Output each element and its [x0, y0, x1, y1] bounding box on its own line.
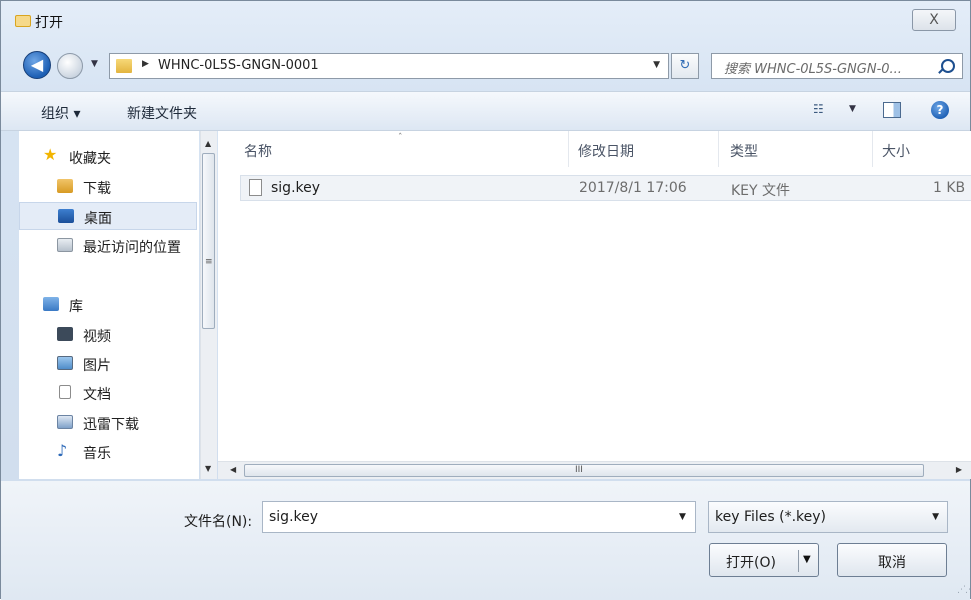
file-list: 名称 ˆ 修改日期 类型 大小 sig.key 2017/8/1 17:06 K… [218, 131, 971, 461]
scroll-left-icon[interactable]: ◀ [230, 465, 236, 474]
filename-dropdown-icon[interactable]: ▼ [679, 512, 686, 522]
filetype-value: key Files (*.key) [715, 509, 827, 525]
scroll-thumb[interactable]: ≡ [202, 153, 215, 329]
sidebar-item-thunder-downloads[interactable]: 迅雷下载 [19, 409, 197, 437]
sidebar-item-downloads[interactable]: 下载 [19, 173, 197, 201]
help-icon[interactable]: ? [931, 101, 949, 119]
resize-grip-icon[interactable]: ⋰⋰ [957, 585, 971, 595]
open-file-dialog: 打开 X ◀ ▼ ▶ WHNC-0L5S-GNGN-0001 ▼ ↻ 搜索 WH… [0, 0, 971, 600]
back-button[interactable]: ◀ [23, 51, 51, 79]
sort-ascending-icon: ˆ [398, 133, 403, 143]
sidebar-item-label: 图片 [83, 358, 111, 374]
file-row[interactable]: sig.key 2017/8/1 17:06 KEY 文件 1 KB [240, 175, 971, 201]
sidebar-item-recent-places[interactable]: 最近访问的位置 [19, 232, 197, 260]
refresh-button[interactable]: ↻ [671, 53, 699, 79]
sidebar-item-documents[interactable]: 文档 [19, 379, 197, 407]
new-folder-button[interactable]: 新建文件夹 [127, 103, 197, 123]
view-icon[interactable]: ☷ [813, 102, 829, 118]
command-bar: 组织 ▾ 新建文件夹 ☷ ▼ ? [1, 91, 970, 131]
chevron-down-icon: ▼ [932, 512, 939, 522]
sidebar-item-label: 库 [69, 299, 83, 315]
close-button[interactable]: X [912, 9, 956, 31]
open-button-label: 打开(O) [726, 555, 776, 571]
star-icon: ★ [43, 145, 58, 164]
recent-places-icon [57, 238, 73, 252]
scroll-up-icon[interactable]: ▲ [205, 139, 211, 148]
sidebar-item-label: 桌面 [84, 211, 112, 227]
navigation-pane: ★ 收藏夹 下载 桌面 最近访问的位置 库 视频 图片 文档 迅雷下载 ♪ 音乐 [19, 131, 199, 479]
search-icon[interactable] [941, 59, 955, 73]
column-header-label: 名称 [244, 144, 272, 160]
file-size: 1 KB [933, 180, 966, 196]
refresh-icon: ↻ [679, 58, 691, 73]
address-dropdown-icon[interactable]: ▼ [653, 60, 660, 70]
open-button[interactable]: 打开(O) ▼ [709, 543, 819, 577]
file-name: sig.key [271, 180, 321, 196]
app-icon [15, 15, 31, 27]
folder-icon [116, 59, 132, 73]
sidebar-item-label: 下载 [83, 181, 111, 197]
thunder-download-icon [57, 415, 73, 429]
window-title: 打开 [35, 15, 63, 31]
search-input[interactable]: 搜索 WHNC-0L5S-GNGN-0... [724, 58, 902, 77]
file-type: KEY 文件 [731, 183, 791, 199]
breadcrumb-chevron-icon[interactable]: ▶ [142, 59, 149, 69]
cancel-button[interactable]: 取消 [837, 543, 947, 577]
grip-icon: ≡ [205, 257, 213, 267]
sidebar-item-pictures[interactable]: 图片 [19, 350, 197, 378]
filename-input[interactable] [262, 501, 696, 533]
sidebar-item-desktop[interactable]: 桌面 [19, 202, 197, 230]
file-modified: 2017/8/1 17:06 [579, 180, 687, 196]
sidebar-item-favorites[interactable]: ★ 收藏夹 [19, 143, 197, 171]
column-header-size[interactable]: 大小 [882, 141, 910, 161]
preview-pane-icon[interactable] [883, 102, 901, 118]
sidebar-item-video[interactable]: 视频 [19, 321, 197, 349]
sidebar-item-label: 视频 [83, 329, 111, 345]
column-divider[interactable] [568, 131, 569, 167]
music-icon: ♪ [57, 441, 68, 460]
grip-icon: III [575, 465, 583, 475]
column-header-modified[interactable]: 修改日期 [578, 141, 634, 161]
file-icon [249, 179, 262, 196]
dialog-footer: 文件名(N): ▼ key Files (*.key) ▼ 打开(O) ▼ 取消… [1, 481, 971, 600]
sidebar-item-libraries[interactable]: 库 [19, 291, 197, 319]
pictures-icon [57, 356, 73, 370]
search-box[interactable]: 搜索 WHNC-0L5S-GNGN-0... [711, 53, 963, 79]
file-list-hscrollbar[interactable]: ◀ III ▶ [218, 461, 971, 479]
organize-button[interactable]: 组织 ▾ [41, 103, 80, 123]
navigation-scrollbar[interactable]: ▲ ≡ ▼ [200, 131, 217, 479]
navigation-bar: ◀ ▼ ▶ WHNC-0L5S-GNGN-0001 ▼ ↻ 搜索 WHNC-0L… [1, 45, 970, 85]
cancel-button-label: 取消 [878, 555, 906, 571]
view-dropdown-icon[interactable]: ▼ [849, 104, 856, 114]
close-icon: X [929, 12, 939, 28]
back-icon: ◀ [30, 55, 44, 74]
sidebar-item-label: 最近访问的位置 [83, 240, 181, 256]
column-header-name[interactable]: 名称 ˆ [244, 133, 403, 161]
address-bar[interactable]: ▶ WHNC-0L5S-GNGN-0001 ▼ [109, 53, 669, 79]
history-dropdown-icon[interactable]: ▼ [91, 59, 98, 69]
download-folder-icon [57, 179, 73, 193]
desktop-icon [58, 209, 74, 223]
documents-icon [59, 385, 71, 399]
sidebar-item-label: 音乐 [83, 446, 111, 462]
breadcrumb-path[interactable]: WHNC-0L5S-GNGN-0001 [158, 58, 319, 73]
title-bar[interactable]: 打开 X [1, 1, 970, 41]
column-divider[interactable] [872, 131, 873, 167]
sidebar-item-label: 迅雷下载 [83, 417, 139, 433]
forward-button[interactable] [57, 53, 83, 79]
scroll-right-icon[interactable]: ▶ [956, 465, 962, 474]
filename-label: 文件名(N): [184, 514, 253, 530]
filetype-select[interactable]: key Files (*.key) ▼ [708, 501, 948, 533]
sidebar-item-music[interactable]: ♪ 音乐 [19, 438, 197, 466]
sidebar-item-label: 收藏夹 [69, 151, 111, 167]
scroll-thumb[interactable]: III [244, 464, 924, 477]
open-options-dropdown-icon[interactable]: ▼ [803, 554, 811, 565]
column-header-type[interactable]: 类型 [730, 141, 758, 161]
library-icon [43, 297, 59, 311]
split-divider [798, 550, 799, 572]
video-icon [57, 327, 73, 341]
sidebar-item-label: 文档 [83, 387, 111, 403]
scroll-down-icon[interactable]: ▼ [205, 464, 211, 473]
column-divider[interactable] [718, 131, 719, 167]
